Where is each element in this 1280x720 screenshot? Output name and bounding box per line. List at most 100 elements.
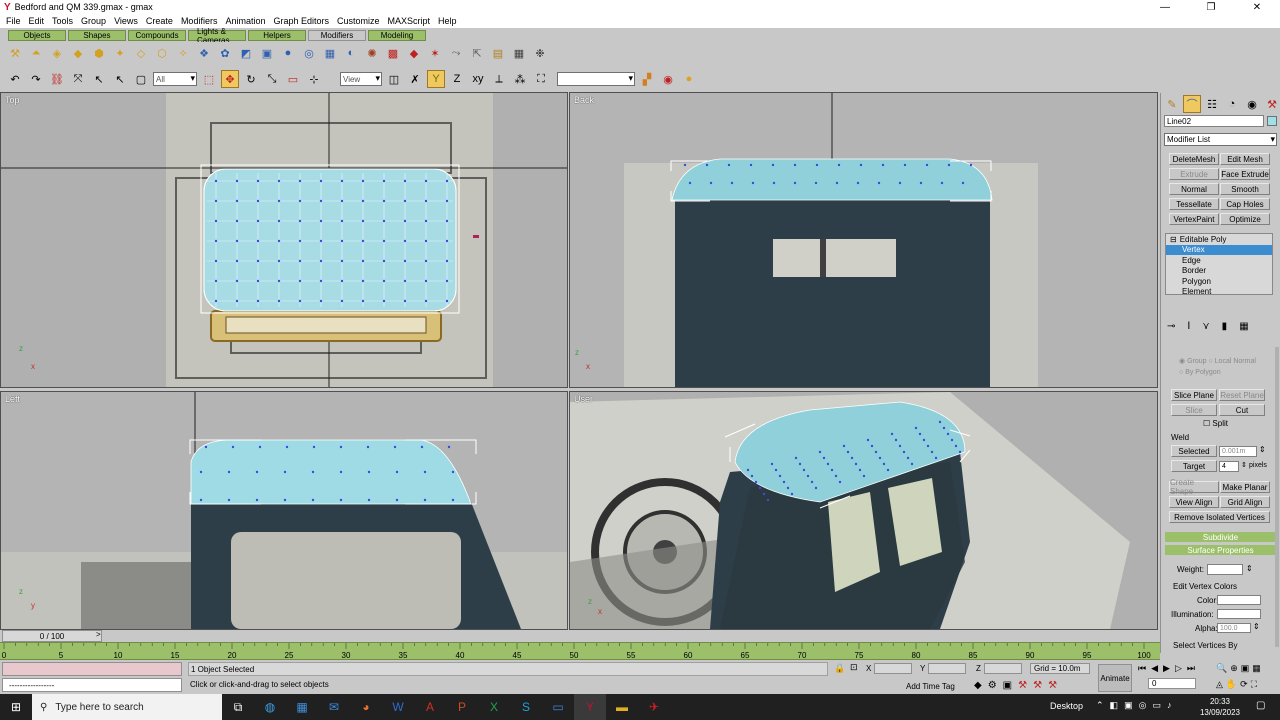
- y-coord-field[interactable]: [928, 663, 966, 674]
- poly-select-icon[interactable]: ▣: [258, 44, 276, 62]
- make-planar-button[interactable]: Make Planar: [1220, 481, 1270, 493]
- vertex-color-swatch[interactable]: [1217, 595, 1261, 605]
- show-end-result-icon[interactable]: Ⅰ: [1187, 321, 1190, 332]
- cap-holes-button[interactable]: Cap Holes: [1220, 198, 1270, 210]
- edge-icon[interactable]: ◍: [254, 694, 286, 720]
- tab-modeling[interactable]: Modeling: [368, 30, 426, 41]
- desktop-label[interactable]: Desktop: [1050, 701, 1083, 711]
- stack-item-element[interactable]: Element: [1166, 287, 1272, 298]
- object-name-field[interactable]: Line02: [1164, 115, 1264, 127]
- maximize-button[interactable]: ❐: [1188, 0, 1234, 14]
- command-panel-scrollbar[interactable]: [1275, 347, 1279, 647]
- viewport-back-label[interactable]: Back: [574, 95, 594, 105]
- noise-icon[interactable]: ◆: [69, 44, 87, 62]
- remove-isolated-vertices-button[interactable]: Remove Isolated Vertices: [1169, 511, 1270, 523]
- lattice-icon[interactable]: ⬡: [153, 44, 171, 62]
- zoom-all-icon[interactable]: ⊕: [1230, 663, 1238, 674]
- checker-icon[interactable]: ▦: [510, 44, 528, 62]
- unlink-icon[interactable]: ⤧: [69, 70, 87, 88]
- key-mode-icon[interactable]: ⚒: [1033, 680, 1042, 691]
- weld-selected-button[interactable]: Selected: [1171, 445, 1217, 457]
- spinner-snap-icon[interactable]: ⚒: [1018, 680, 1027, 691]
- excel-icon[interactable]: X: [478, 694, 510, 720]
- make-unique-icon[interactable]: ⋎: [1202, 321, 1209, 332]
- clock[interactable]: 20:33 13/09/2023: [1198, 696, 1242, 718]
- restrict-xy-icon[interactable]: xy: [469, 70, 487, 88]
- listener-mini[interactable]: [2, 662, 182, 676]
- mirror-icon[interactable]: ⟂: [490, 70, 508, 88]
- select-rotate-icon[interactable]: ↻: [242, 70, 260, 88]
- mesh-select-icon[interactable]: ◩: [237, 44, 255, 62]
- transform-center-icon[interactable]: ◫: [385, 70, 403, 88]
- firefox-icon[interactable]: ◕: [350, 694, 382, 720]
- stack-item-polygon[interactable]: Polygon: [1166, 276, 1272, 287]
- material-icon[interactable]: ❉: [531, 44, 549, 62]
- minimize-button[interactable]: —: [1142, 0, 1188, 14]
- create-shape-button[interactable]: Create Shape: [1169, 478, 1219, 496]
- edit-mesh-button[interactable]: Edit Mesh: [1220, 153, 1270, 165]
- zoom-icon[interactable]: 🔍: [1216, 663, 1227, 674]
- weld-threshold-field[interactable]: 0.001m: [1219, 446, 1257, 457]
- tab-compounds[interactable]: Compounds: [128, 30, 186, 41]
- network-icon[interactable]: ▭: [1152, 700, 1161, 711]
- taskbar-search[interactable]: ⚲ Type here to search: [32, 694, 222, 720]
- next-frame-icon[interactable]: >: [96, 630, 101, 639]
- stack-item-edge[interactable]: Edge: [1166, 255, 1272, 266]
- select-link-icon[interactable]: ⛓: [48, 70, 66, 88]
- menu-edit[interactable]: Edit: [25, 16, 49, 26]
- alpha-spinner-icon[interactable]: ⇕: [1253, 622, 1260, 631]
- store-icon[interactable]: ▦: [286, 694, 318, 720]
- screen-icon[interactable]: ▭: [542, 694, 574, 720]
- grid-align-button[interactable]: Grid Align: [1220, 496, 1270, 508]
- smooth-button[interactable]: Smooth: [1220, 183, 1270, 195]
- goto-end-icon[interactable]: ⏭: [1187, 663, 1195, 674]
- acrobat-icon[interactable]: A: [414, 694, 446, 720]
- viewport-user[interactable]: User z x: [569, 391, 1158, 630]
- tab-objects[interactable]: Objects: [8, 30, 66, 41]
- configure-modifiers-icon[interactable]: ▦: [1239, 321, 1248, 332]
- modifier-list-dropdown[interactable]: Modifier List: [1164, 133, 1277, 146]
- select-move-icon[interactable]: ✥: [221, 70, 239, 88]
- prev-frame-icon[interactable]: ◀: [1151, 663, 1158, 674]
- render-icon[interactable]: ●: [680, 70, 698, 88]
- alpha-field[interactable]: 100.0: [1217, 623, 1251, 633]
- twist-icon[interactable]: ◈: [48, 44, 66, 62]
- stack-item-vertex[interactable]: Vertex: [1166, 244, 1272, 255]
- deletemesh-button[interactable]: DeleteMesh: [1169, 153, 1219, 165]
- weld-target-button[interactable]: Target: [1171, 460, 1217, 472]
- normal-modifier-icon[interactable]: ◎: [300, 44, 318, 62]
- menu-modifiers[interactable]: Modifiers: [177, 16, 222, 26]
- volume-icon[interactable]: ♪: [1167, 700, 1172, 711]
- viewport-left[interactable]: Left z y: [0, 391, 568, 630]
- align-icon[interactable]: ⁂: [511, 70, 529, 88]
- subdivide-rollout[interactable]: Subdivide: [1165, 532, 1276, 542]
- absolute-mode-icon[interactable]: ⊡: [850, 662, 858, 673]
- time-slider-thumb[interactable]: 0 / 100: [2, 630, 102, 642]
- select-by-name-icon[interactable]: ↖: [111, 70, 129, 88]
- extrude-icon[interactable]: ⇱: [468, 44, 486, 62]
- menu-views[interactable]: Views: [110, 16, 142, 26]
- current-frame-field[interactable]: 0: [1148, 678, 1196, 689]
- view-align-button[interactable]: View Align: [1169, 496, 1219, 508]
- squeeze-icon[interactable]: ✦: [111, 44, 129, 62]
- viewport-top-label[interactable]: Top: [5, 95, 20, 105]
- normal-button[interactable]: Normal: [1169, 183, 1219, 195]
- viewport-left-label[interactable]: Left: [5, 394, 20, 404]
- reset-plane-button[interactable]: Reset Plane: [1219, 389, 1265, 401]
- slice-button[interactable]: Slice: [1171, 404, 1217, 416]
- task-view-icon[interactable]: ⧉: [222, 694, 254, 720]
- sphere-icon[interactable]: ●: [279, 44, 297, 62]
- file-explorer-icon[interactable]: ▬: [606, 694, 638, 720]
- delete-mesh-icon[interactable]: ✶: [426, 44, 444, 62]
- pan-icon[interactable]: ✋: [1226, 679, 1237, 690]
- face-extrude-button[interactable]: Face Extrude: [1220, 168, 1270, 180]
- menu-animation[interactable]: Animation: [221, 16, 269, 26]
- utilities-panel-icon[interactable]: ⚒: [1263, 95, 1280, 113]
- vertexpaint-button[interactable]: VertexPaint: [1169, 213, 1219, 225]
- weld-spinner-icon[interactable]: ⇕: [1259, 445, 1266, 454]
- slice-plane-button[interactable]: Slice Plane: [1171, 389, 1217, 401]
- angle-snap-icon[interactable]: ⚙: [988, 680, 997, 691]
- menu-tools[interactable]: Tools: [48, 16, 77, 26]
- edit-mesh-icon[interactable]: ◆: [405, 44, 423, 62]
- select-object-icon[interactable]: ↖: [90, 70, 108, 88]
